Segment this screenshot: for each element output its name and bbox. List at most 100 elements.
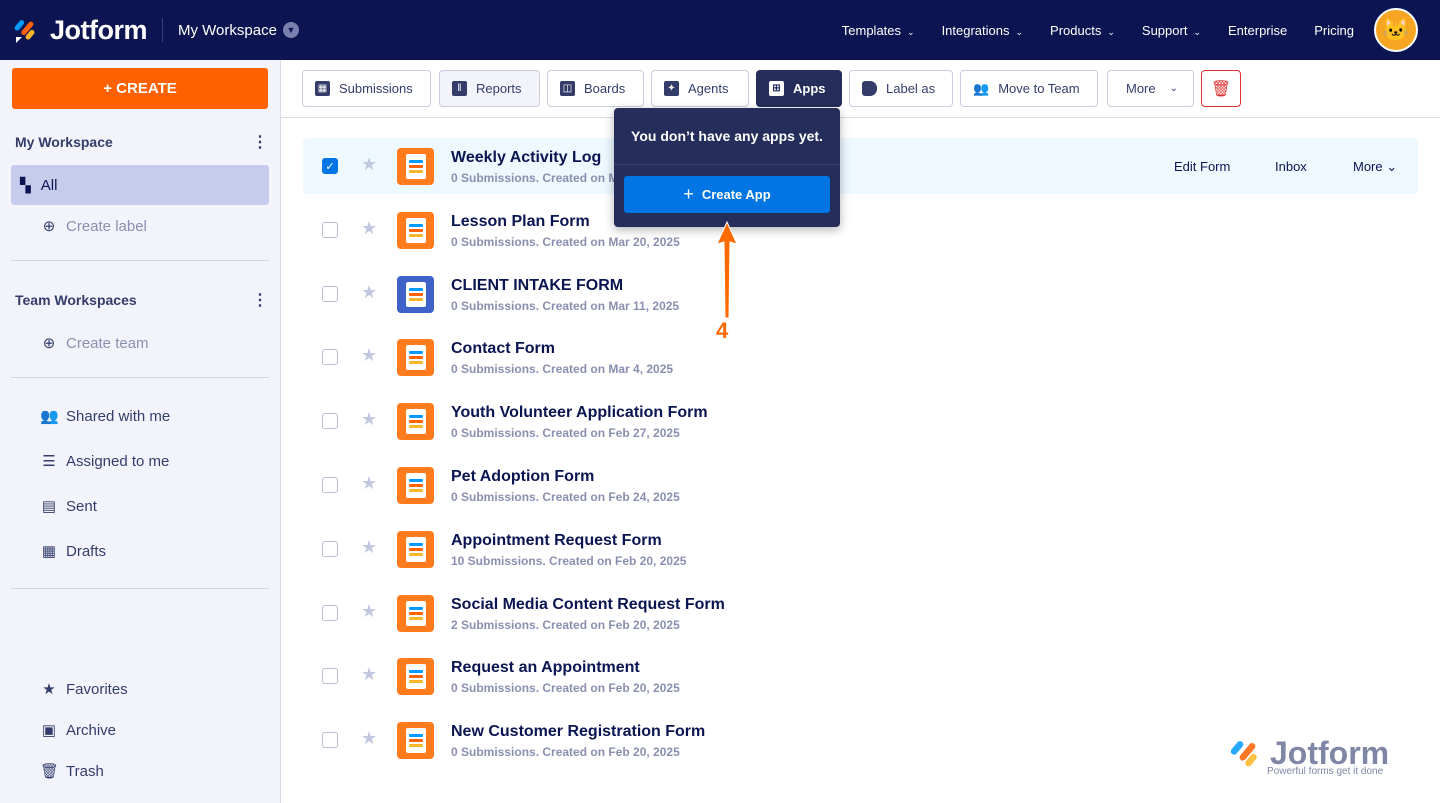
create-team-button[interactable]: ⊕ Create team <box>40 334 149 353</box>
form-row[interactable]: ✓ ★ Weekly Activity Log 0 Submissions. Crea… <box>303 138 1418 194</box>
form-meta: 0 Submissions. Created on Mar 20, 2025 <box>451 234 680 249</box>
form-row[interactable]: ★ Pet Adoption Form 0 Submissions. Created… <box>303 457 1418 513</box>
sidebar: + CREATE My Workspace ⋮ ▚ All ⊕ Create lab… <box>0 60 281 803</box>
row-more-button[interactable]: More ⌄ <box>1353 159 1397 175</box>
row-checkbox[interactable] <box>322 349 338 366</box>
agents-button[interactable]: ✦ Agents <box>651 70 749 107</box>
form-row[interactable]: ★ Request an Appointment 0 Submissions. Cr… <box>303 648 1418 704</box>
jotform-logo[interactable]: Jotform <box>14 14 148 46</box>
workspace-switcher[interactable]: My Workspace ▼ <box>178 22 299 39</box>
chevron-down-icon: ⌄ <box>907 26 915 37</box>
sidebar-item-trash[interactable]: 🗑 Trash <box>40 762 104 781</box>
row-checkbox[interactable] <box>322 285 338 302</box>
form-meta: 0 Submissions. Created on Mar 11, 2025 <box>451 298 680 313</box>
sidebar-item-all[interactable]: ▚ All <box>11 165 269 205</box>
form-row[interactable]: ★ Contact Form 0 Submissions. Created on M… <box>303 329 1418 385</box>
kebab-menu-icon[interactable]: ⋮ <box>252 290 268 310</box>
sidebar-item-shared[interactable]: 👥 Shared with me <box>40 407 171 426</box>
more-button[interactable]: More ⌄ <box>1107 70 1194 107</box>
star-icon[interactable]: ★ <box>361 218 377 239</box>
form-row[interactable]: ★ CLIENT INTAKE FORM 0 Submissions. Create… <box>303 266 1418 322</box>
sidebar-item-label: Shared with me <box>66 407 171 425</box>
move-to-team-button[interactable]: 👥 Move to Team <box>960 70 1098 107</box>
form-title[interactable]: Contact Form <box>451 340 555 358</box>
submissions-button[interactable]: ▦ Submissions <box>302 70 431 107</box>
nav-pricing[interactable]: Pricing <box>1314 23 1354 38</box>
form-icon <box>397 211 434 249</box>
form-meta: 0 Submissions. Created on Feb 20, 2025 <box>451 681 680 696</box>
boards-button[interactable]: ◫ Boards <box>547 70 644 107</box>
avatar[interactable]: 🐱 <box>1374 8 1418 52</box>
row-checkbox[interactable] <box>322 540 338 557</box>
star-icon[interactable]: ★ <box>361 664 377 685</box>
form-row[interactable]: ★ Lesson Plan Form 0 Submissions. Created … <box>303 202 1418 258</box>
row-checkbox[interactable]: ✓ <box>322 158 338 174</box>
nav-support[interactable]: Support ⌄ <box>1142 23 1201 38</box>
nav-enterprise[interactable]: Enterprise <box>1228 23 1287 38</box>
label-as-button[interactable]: Label as <box>849 70 953 107</box>
star-icon[interactable]: ★ <box>361 409 377 430</box>
sidebar-item-label: Create team <box>66 334 149 352</box>
create-label-button[interactable]: ⊕ Create label <box>40 217 147 236</box>
chevron-down-icon: ⌄ <box>1107 26 1115 37</box>
message-icon: ▤ <box>41 498 57 515</box>
form-title[interactable]: CLIENT INTAKE FORM <box>451 277 623 295</box>
star-icon[interactable]: ★ <box>361 473 377 494</box>
row-checkbox[interactable] <box>322 221 338 238</box>
apps-icon: ⊞ <box>769 81 784 96</box>
sidebar-item-drafts[interactable]: ▦ Drafts <box>40 542 106 561</box>
form-title[interactable]: Social Media Content Request Form <box>451 596 725 614</box>
create-app-button[interactable]: + Create App <box>624 176 830 213</box>
apps-button[interactable]: ⊞ Apps <box>756 70 842 107</box>
delete-button[interactable]: 🗑 <box>1201 70 1241 107</box>
button-label: Reports <box>476 81 522 96</box>
sidebar-item-favorites[interactable]: ★ Favorites <box>40 680 127 699</box>
form-title[interactable]: Request an Appointment <box>451 659 640 677</box>
star-icon[interactable]: ★ <box>361 282 377 303</box>
row-checkbox[interactable] <box>322 732 338 749</box>
form-meta: 0 Submissions. Created on Feb 27, 2025 <box>451 426 680 441</box>
divider <box>11 260 269 261</box>
form-title[interactable]: Youth Volunteer Application Form <box>451 404 708 422</box>
star-icon[interactable]: ★ <box>361 601 377 622</box>
board-icon: ◫ <box>560 81 575 96</box>
my-workspace-heading: My Workspace <box>15 134 113 150</box>
row-checkbox[interactable] <box>322 604 338 621</box>
create-button[interactable]: + CREATE <box>12 68 268 109</box>
nav-products[interactable]: Products ⌄ <box>1050 23 1115 38</box>
draft-icon: ▦ <box>41 543 57 560</box>
sidebar-item-assigned[interactable]: ☰ Assigned to me <box>40 452 169 471</box>
nav-templates[interactable]: Templates ⌄ <box>842 23 915 38</box>
plus-circle-icon: ⊕ <box>42 218 56 235</box>
nav-label: Integrations <box>941 22 1010 38</box>
row-checkbox[interactable] <box>322 668 338 685</box>
form-title[interactable]: Weekly Activity Log <box>451 149 601 167</box>
form-title[interactable]: New Customer Registration Form <box>451 723 705 741</box>
inbox-button[interactable]: Inbox <box>1275 159 1307 174</box>
nav-integrations[interactable]: Integrations ⌄ <box>942 23 1023 38</box>
form-icon <box>397 275 434 313</box>
star-icon[interactable]: ★ <box>361 345 377 366</box>
row-checkbox[interactable] <box>322 413 338 430</box>
form-row[interactable]: ★ Social Media Content Request Form 2 Subm… <box>303 585 1418 641</box>
row-checkbox[interactable] <box>322 477 338 493</box>
sidebar-item-archive[interactable]: ▣ Archive <box>40 721 116 740</box>
form-meta: 0 Submissions. Created on Mar 4, 2025 <box>451 362 674 377</box>
star-icon[interactable]: ★ <box>361 537 377 558</box>
plus-circle-icon: ⊕ <box>42 335 56 352</box>
star-icon[interactable]: ★ <box>361 154 377 175</box>
form-title[interactable]: Appointment Request Form <box>451 532 662 550</box>
reports-button[interactable]: ‖ Reports <box>439 70 540 107</box>
form-title[interactable]: Pet Adoption Form <box>451 468 594 486</box>
form-row[interactable]: ★ Appointment Request Form 10 Submissions.… <box>303 521 1418 577</box>
kebab-menu-icon[interactable]: ⋮ <box>252 132 268 152</box>
sidebar-item-sent[interactable]: ▤ Sent <box>40 497 97 516</box>
form-row[interactable]: ★ Youth Volunteer Application Form 0 Submi… <box>303 393 1418 449</box>
star-icon[interactable]: ★ <box>361 728 377 749</box>
team-workspaces-heading: Team Workspaces <box>15 292 137 308</box>
workspace-label: My Workspace <box>178 21 277 39</box>
edit-form-button[interactable]: Edit Form <box>1174 159 1230 174</box>
brand-name: Jotform <box>50 14 148 45</box>
form-icon <box>397 594 434 632</box>
form-title[interactable]: Lesson Plan Form <box>451 213 590 231</box>
